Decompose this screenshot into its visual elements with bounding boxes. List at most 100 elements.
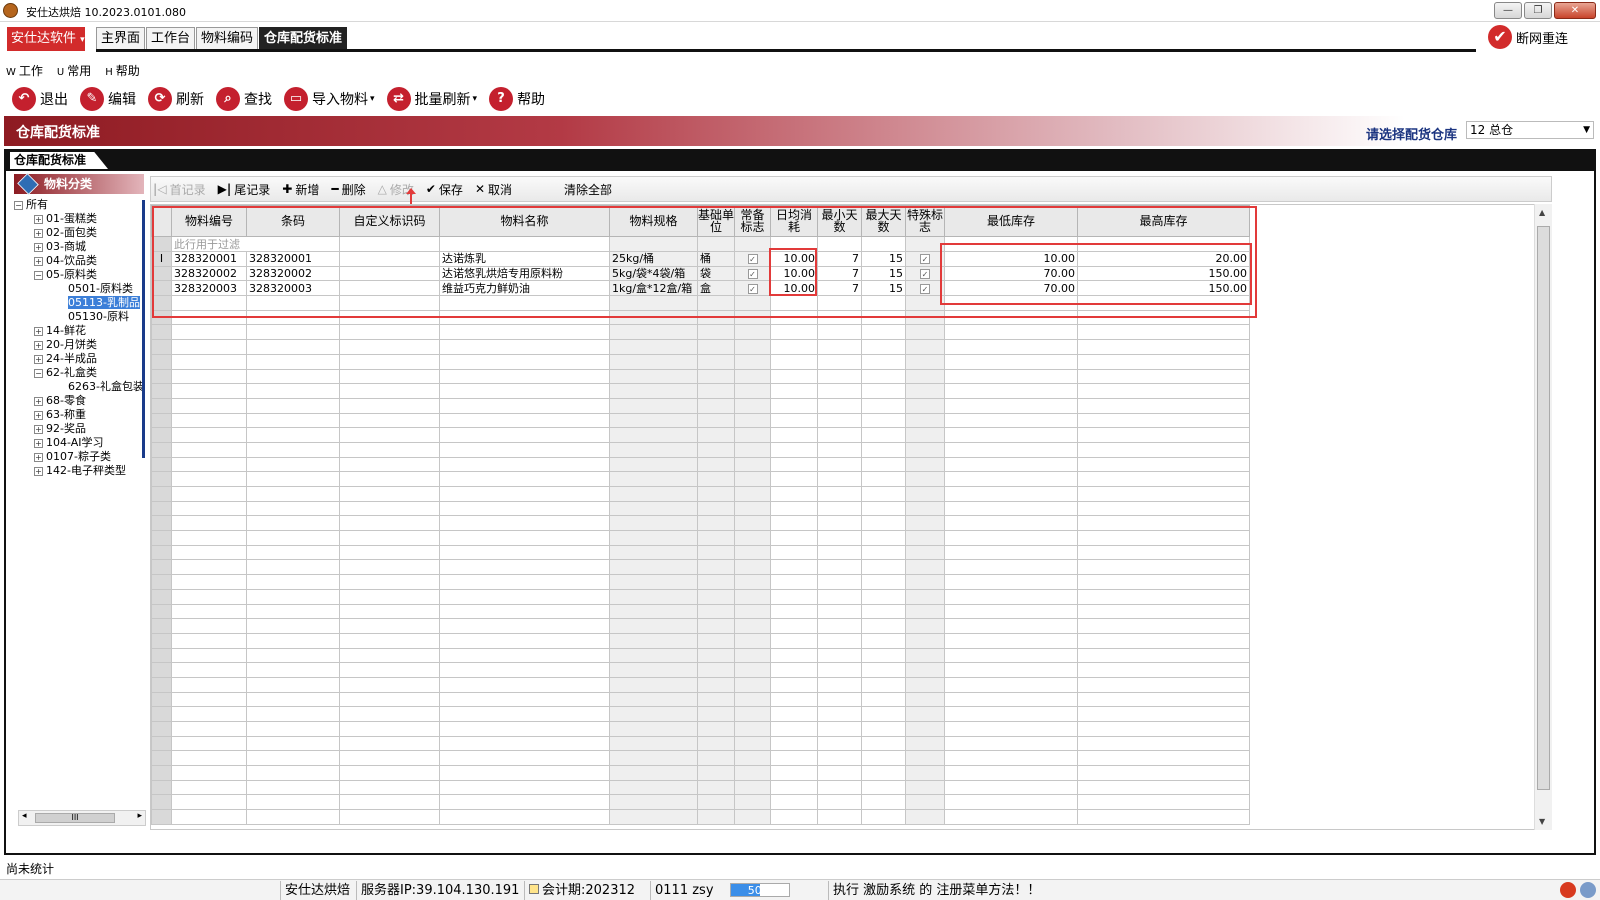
cell-barcode[interactable]: 328320002 [246, 265, 340, 282]
col-header-max-stock[interactable]: 最高库存 [1077, 205, 1250, 237]
delete-button[interactable]: ━ 删除 [331, 181, 365, 198]
table-row[interactable]: 328320002 328320002 达诺悠乳烘焙专用原料粉 5kg/袋*4袋/箱袋… [151, 265, 1250, 282]
cell-unit[interactable]: 桶 [697, 251, 735, 267]
scroll-thumb[interactable] [1537, 226, 1550, 790]
checkbox[interactable]: ✓ [920, 254, 930, 265]
batch-refresh-button[interactable]: ⇄ 批量刷新 ▾ [386, 87, 477, 111]
last-record-button[interactable]: ▶| 尾记录 [218, 181, 271, 198]
col-header-daily[interactable]: 日均消耗 [770, 205, 818, 237]
expand-icon[interactable]: + [34, 452, 43, 462]
cell-min-days[interactable]: 7 [817, 251, 862, 267]
tree-item[interactable]: 05130-原料 [14, 310, 144, 324]
tree-item[interactable]: −05-原料类 [14, 268, 144, 282]
checkbox[interactable]: ✓ [920, 269, 930, 280]
collapse-icon[interactable]: − [34, 368, 43, 378]
cell-spec[interactable]: 1kg/盒*12盒/箱 [609, 280, 698, 297]
expand-icon[interactable]: + [34, 242, 43, 252]
help-button[interactable]: ? 帮助 [489, 87, 545, 111]
tree-item[interactable]: 6263-礼盒包装 [14, 380, 144, 394]
col-header-unit[interactable]: 基础单位 [697, 205, 735, 237]
tree-item[interactable]: +63-称重 [14, 408, 144, 422]
first-record-button[interactable]: |◁ 首记录 [153, 181, 206, 198]
tab-warehouse-standard-inner[interactable]: 仓库配货标准 [10, 152, 109, 169]
tree-item[interactable]: − 所有 [14, 198, 144, 212]
col-header-min-days[interactable]: 最小天数 [817, 205, 862, 237]
tree-item[interactable]: +03-商城 [14, 240, 144, 254]
menu-common[interactable]: U 常用 [57, 62, 91, 79]
scroll-left-icon[interactable]: ◂ [22, 811, 27, 821]
tree-item[interactable]: +104-AI学习 [14, 436, 144, 450]
scroll-thumb[interactable]: III [35, 813, 115, 823]
collapse-icon[interactable]: − [34, 270, 43, 280]
cell-min-stock[interactable]: 10.00 [944, 251, 1078, 267]
col-header-min-stock[interactable]: 最低库存 [944, 205, 1078, 237]
save-button[interactable]: ✔ 保存 [426, 181, 463, 198]
cell-max-stock[interactable]: 150.00 [1077, 265, 1250, 282]
cell-custom[interactable] [339, 265, 440, 282]
cell-daily[interactable]: 10.00 [770, 280, 818, 297]
expand-icon[interactable]: + [34, 326, 43, 336]
cell-max-days[interactable]: 15 [861, 280, 906, 297]
collapse-icon[interactable]: − [14, 200, 23, 210]
scroll-up-icon[interactable]: ▲ [1539, 208, 1545, 217]
col-header-spec[interactable]: 物料规格 [609, 205, 698, 237]
col-header-barcode[interactable]: 条码 [246, 205, 340, 237]
expand-icon[interactable]: + [34, 214, 43, 224]
cell-code[interactable]: 328320003 [171, 280, 247, 297]
cell-code[interactable]: 328320002 [171, 265, 247, 282]
cancel-button[interactable]: ✕ 取消 [475, 181, 512, 198]
filter-cell[interactable] [1077, 236, 1250, 252]
cell-max-stock[interactable]: 20.00 [1077, 251, 1250, 267]
refresh-button[interactable]: ⟳ 刷新 [148, 87, 204, 111]
scroll-right-icon[interactable]: ▸ [137, 811, 142, 821]
filter-cell[interactable] [905, 236, 945, 252]
search-button[interactable]: ⌕ 查找 [216, 87, 272, 111]
splitter-handle[interactable] [142, 200, 145, 458]
cell-custom[interactable] [339, 280, 440, 297]
edit-button[interactable]: ✎ 编辑 [80, 87, 136, 111]
close-button[interactable]: ✕ [1554, 2, 1596, 19]
tree-item[interactable]: +68-零食 [14, 394, 144, 408]
cell-special[interactable]: ✓ [905, 265, 945, 282]
add-button[interactable]: ✚ 新增 [282, 181, 319, 198]
filter-cell[interactable] [861, 236, 906, 252]
tree-item[interactable]: +02-面包类 [14, 226, 144, 240]
warehouse-select[interactable]: 12 总仓 ▼ [1466, 121, 1594, 139]
tree-item[interactable]: +24-半成品 [14, 352, 144, 366]
col-header-standby[interactable]: 常备标志 [734, 205, 771, 237]
expand-icon[interactable]: + [34, 256, 43, 266]
filter-cell[interactable] [439, 236, 610, 252]
tree-item[interactable]: +14-鲜花 [14, 324, 144, 338]
cell-special[interactable]: ✓ [905, 251, 945, 267]
scroll-down-icon[interactable]: ▼ [1539, 817, 1545, 826]
tree-item[interactable]: 05113-乳制品 [14, 296, 144, 310]
menu-help[interactable]: H 帮助 [105, 62, 140, 79]
minimize-button[interactable]: — [1494, 2, 1522, 19]
restore-button[interactable]: ❐ [1524, 2, 1552, 19]
import-material-button[interactable]: ▭ 导入物料 ▾ [284, 87, 375, 111]
cell-min-stock[interactable]: 70.00 [944, 265, 1078, 282]
expand-icon[interactable]: + [34, 396, 43, 406]
checkbox[interactable]: ✓ [747, 269, 758, 280]
tab-workbench[interactable]: 工作台 [146, 27, 196, 50]
tree-item[interactable]: +142-电子秤类型 [14, 464, 144, 478]
table-row[interactable]: 328320003 328320003 维益巧克力鲜奶油 1kg/盒*12盒/箱盒 ✓ 1… [151, 280, 1250, 297]
expand-icon[interactable]: + [34, 410, 43, 420]
clear-all-button[interactable]: 清除全部 [564, 181, 612, 198]
tree-item[interactable]: 0501-原料类 [14, 282, 144, 296]
expand-icon[interactable]: + [34, 466, 43, 476]
menu-work[interactable]: W 工作 [6, 62, 43, 79]
filter-cell[interactable] [734, 236, 771, 252]
qq-icon[interactable] [1560, 882, 1576, 898]
exit-button[interactable]: ↶ 退出 [12, 87, 68, 111]
cell-barcode[interactable]: 328320001 [246, 251, 340, 267]
cell-code[interactable]: 328320001 [171, 251, 247, 267]
cell-name[interactable]: 维益巧克力鲜奶油 [439, 280, 610, 297]
cell-name[interactable]: 达诺悠乳烘焙专用原料粉 [439, 265, 610, 282]
tree-item[interactable]: +20-月饼类 [14, 338, 144, 352]
filter-input[interactable]: 此行用于过滤 [171, 236, 340, 252]
expand-icon[interactable]: + [34, 438, 43, 448]
filter-cell[interactable] [770, 236, 818, 252]
cell-barcode[interactable]: 328320003 [246, 280, 340, 297]
expand-icon[interactable]: + [34, 340, 43, 350]
